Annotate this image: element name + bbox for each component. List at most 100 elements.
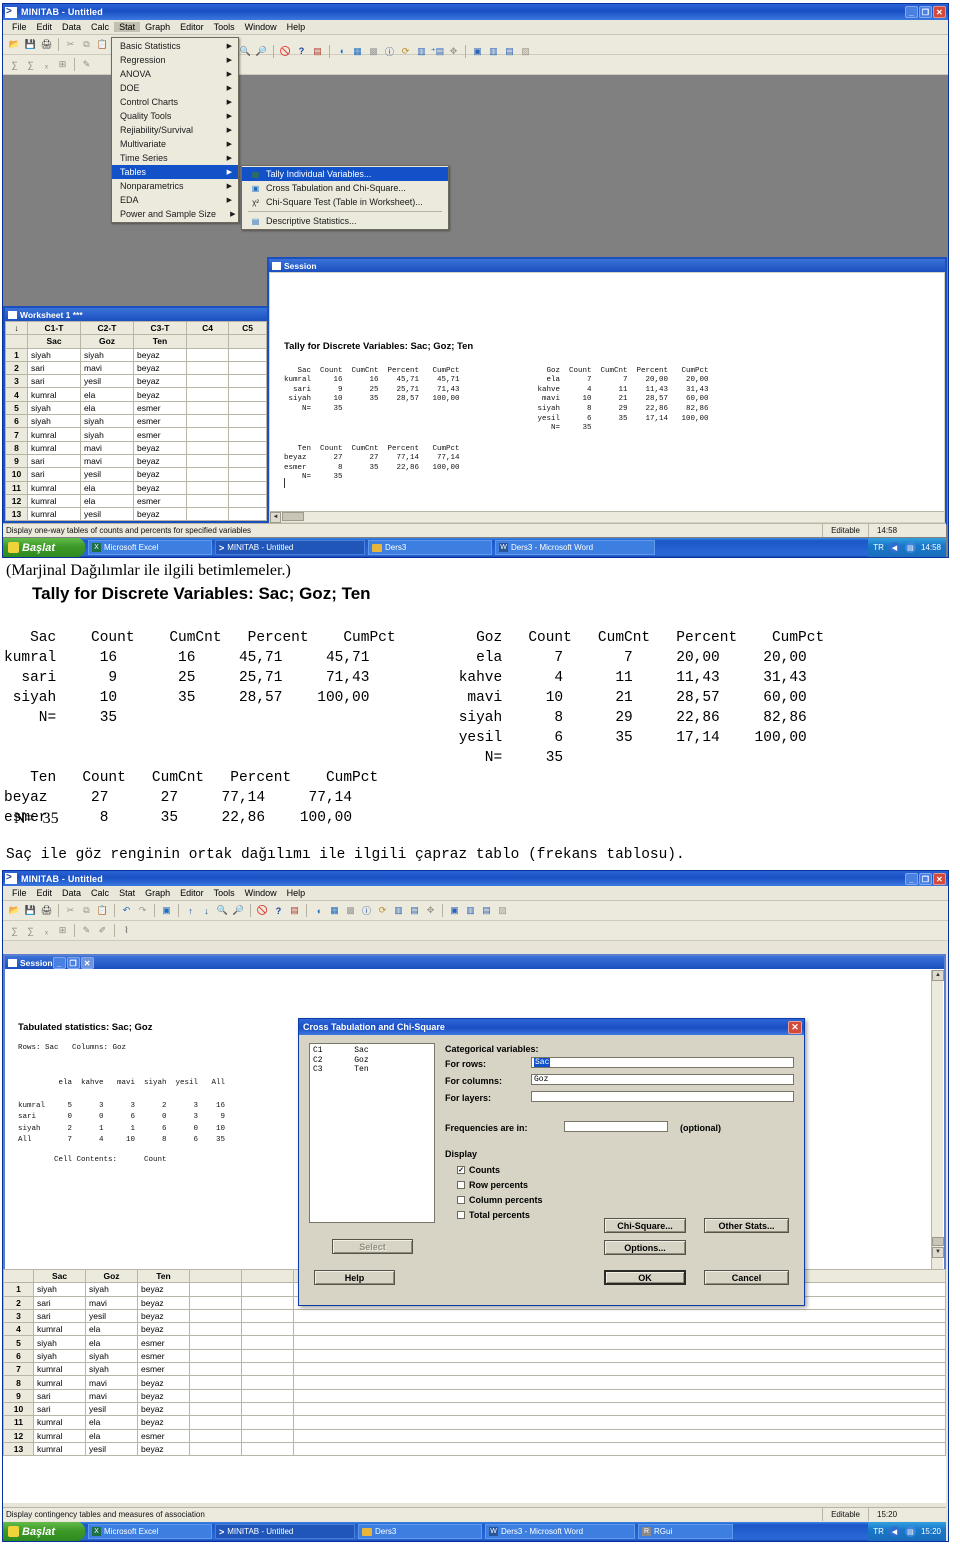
menu-window-1[interactable]: Window <box>240 22 282 32</box>
related-docs-icon[interactable]: ✥ <box>446 44 461 59</box>
matrix-icon[interactable]: ⊞ <box>55 57 70 72</box>
cut-icon[interactable]: ✂ <box>63 903 78 918</box>
cell-c5[interactable] <box>241 1322 294 1337</box>
cell-c5[interactable] <box>228 374 267 389</box>
redo-icon[interactable]: ↷ <box>135 903 150 918</box>
cell-c5[interactable] <box>241 1335 294 1350</box>
cell-goz[interactable]: ela <box>80 493 134 509</box>
cell-goz[interactable]: mavi <box>80 360 134 376</box>
worksheet-colname-ten[interactable]: Ten <box>137 1269 190 1284</box>
cell-c5[interactable] <box>228 427 267 442</box>
cell-c4[interactable] <box>189 1282 242 1297</box>
worksheet-corner-cell[interactable]: ↓ <box>5 320 28 336</box>
worksheet-colname-c4[interactable] <box>189 1269 242 1284</box>
history-icon[interactable]: ⟳ <box>398 44 413 59</box>
table-row[interactable]: 7 kumral siyah esmer <box>5 427 267 442</box>
table-row[interactable]: 5 siyah ela esmer <box>5 400 267 416</box>
cell-c6[interactable] <box>293 1388 946 1403</box>
submenu-item-chi-square-test[interactable]: χ² Chi-Square Test (Table in Worksheet).… <box>242 195 448 209</box>
cell-sac[interactable]: kumral <box>27 387 81 402</box>
volume-icon[interactable]: ◀ <box>888 1526 900 1537</box>
taskbar-item-word-1[interactable]: W Ders3 - Microsoft Word <box>495 540 655 555</box>
related-docs-icon[interactable]: ✥ <box>423 903 438 918</box>
find-icon[interactable]: 🔍 <box>238 44 253 59</box>
help-button[interactable]: Help <box>314 1270 395 1285</box>
cell-c6[interactable] <box>293 1308 946 1324</box>
close-button-2[interactable]: ✕ <box>933 872 946 885</box>
cell-c5[interactable] <box>228 453 267 469</box>
table-row[interactable]: 6 siyah siyah esmer <box>3 1348 946 1364</box>
maximize-button-2[interactable]: ❐ <box>919 872 932 885</box>
cell-sac[interactable]: kumral <box>27 480 81 495</box>
cell-ten[interactable]: beyaz <box>137 1282 190 1297</box>
taskbar-item-ders3-1[interactable]: Ders3 <box>368 540 492 555</box>
menu-item-eda[interactable]: EDA ▶ <box>112 193 238 207</box>
cell-c4[interactable] <box>186 374 229 389</box>
variable-list[interactable]: C1 Sac C2 Goz C3 Ten <box>309 1043 435 1223</box>
table-row[interactable]: 12 kumral ela esmer <box>5 493 267 509</box>
matrix-icon[interactable]: ⊞ <box>55 923 70 938</box>
for-rows-input[interactable]: Sac <box>531 1057 794 1068</box>
help-icon[interactable]: ? <box>271 903 286 918</box>
cell-c5[interactable] <box>241 1295 294 1310</box>
scroll-thumb-v[interactable] <box>932 1237 944 1246</box>
cell-c6[interactable] <box>293 1401 946 1417</box>
cell-goz[interactable]: yesil <box>85 1441 138 1457</box>
menu-stat-2[interactable]: Stat <box>114 888 140 898</box>
network-icon[interactable]: ▤ <box>904 1526 916 1537</box>
table-row[interactable]: 11 kumral ela beyaz <box>5 480 267 495</box>
cell-sac[interactable]: siyah <box>27 414 81 429</box>
worksheet-colname-sac[interactable]: Sac <box>33 1269 86 1284</box>
cell-sac[interactable]: kumral <box>33 1322 86 1337</box>
cell-goz[interactable]: siyah <box>80 414 134 429</box>
tile-icon[interactable]: ▤ <box>502 44 517 59</box>
cell-ten[interactable]: beyaz <box>133 480 187 495</box>
maximize-button-1[interactable]: ❐ <box>919 6 932 18</box>
cell-goz[interactable]: yesil <box>85 1308 138 1324</box>
cell-c4[interactable] <box>186 400 229 416</box>
frequencies-input[interactable] <box>564 1121 668 1132</box>
cell-ten[interactable]: beyaz <box>137 1388 190 1403</box>
cell-c4[interactable] <box>189 1375 242 1390</box>
cell-goz[interactable]: ela <box>80 400 134 416</box>
table-row[interactable]: 1 siyah siyah beyaz <box>5 347 267 362</box>
checkbox-total-percents[interactable]: Total percents <box>457 1210 530 1220</box>
start-button-1[interactable]: Başlat <box>3 538 85 557</box>
worksheet-table-1[interactable]: ↓ C1-T C2-T C3-T C4 C5 Sac Goz Ten 1 siya… <box>5 320 267 522</box>
cell-c6[interactable] <box>293 1415 946 1430</box>
session-content-1[interactable]: Tally for Discrete Variables: Sac; Goz; … <box>270 273 944 512</box>
table-row[interactable]: 11 kumral ela beyaz <box>3 1415 946 1430</box>
brush-icon[interactable]: ✎ <box>79 57 94 72</box>
menu-edit-1[interactable]: Edit <box>32 22 58 32</box>
menu-graph-2[interactable]: Graph <box>140 888 175 898</box>
report-icon[interactable]: ▥ <box>414 44 429 59</box>
cell-sac[interactable]: sari <box>33 1295 86 1310</box>
cell-ten[interactable]: beyaz <box>133 467 187 482</box>
cell-c5[interactable] <box>228 400 267 416</box>
menu-item-regression[interactable]: Regression ▶ <box>112 53 238 67</box>
cut-icon[interactable]: ✂ <box>63 37 78 52</box>
menu-item-time-series[interactable]: Time Series ▶ <box>112 151 238 165</box>
for-layers-input[interactable] <box>531 1091 794 1102</box>
project-manager-icon[interactable]: ◖ <box>334 44 349 59</box>
scroll-down-arrow[interactable]: ▼ <box>932 1247 944 1258</box>
move-up-icon[interactable]: ↑ <box>183 903 198 918</box>
menu-editor-2[interactable]: Editor <box>175 888 209 898</box>
cell-sac[interactable]: siyah <box>27 400 81 416</box>
cell-sac[interactable]: sari <box>33 1401 86 1417</box>
cell-goz[interactable]: ela <box>85 1335 138 1350</box>
table-row[interactable]: 10 sari yesil beyaz <box>5 467 267 482</box>
brush-icon[interactable]: ✎ <box>79 923 94 938</box>
menu-window-2[interactable]: Window <box>240 888 282 898</box>
cell-c5[interactable] <box>228 414 267 429</box>
cell-c5[interactable] <box>228 347 267 362</box>
table-row[interactable]: 7 kumral siyah esmer <box>3 1362 946 1377</box>
cell-ten[interactable]: beyaz <box>133 387 187 402</box>
menu-edit-2[interactable]: Edit <box>32 888 58 898</box>
worksheet-col-c5[interactable]: C5 <box>228 320 267 336</box>
cell-c4[interactable] <box>186 360 229 376</box>
taskbar-item-ders3-2[interactable]: Ders3 <box>358 1524 482 1539</box>
checkbox-row-percents[interactable]: Row percents <box>457 1180 528 1190</box>
cell-c6[interactable] <box>293 1335 946 1350</box>
cell-goz[interactable]: mavi <box>85 1295 138 1310</box>
